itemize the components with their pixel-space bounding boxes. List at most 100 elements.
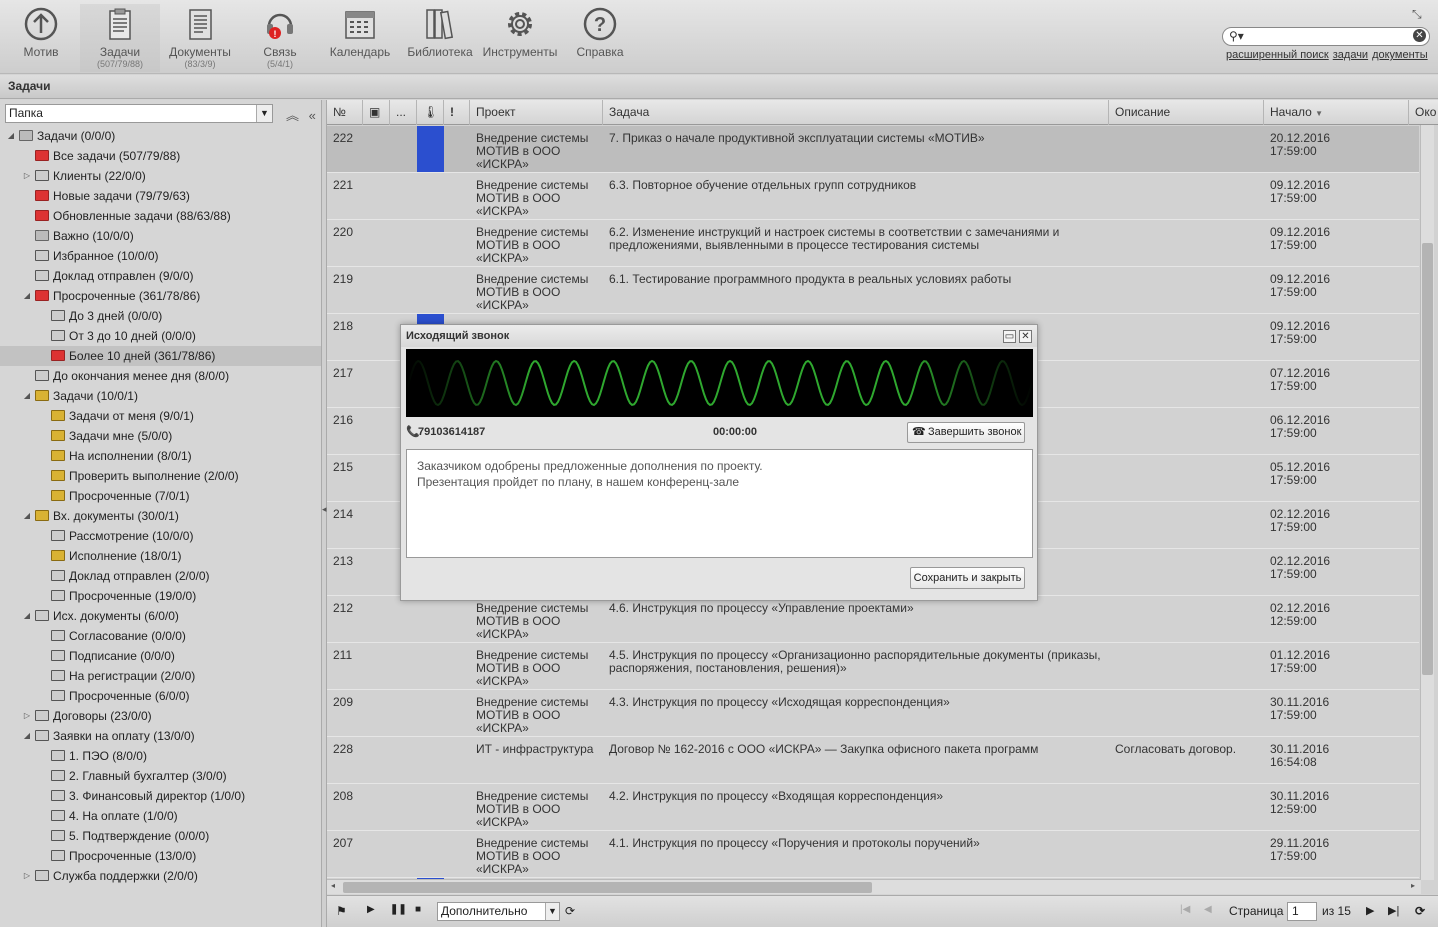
- end-call-button[interactable]: ☎ Завершить звонок: [907, 422, 1025, 443]
- save-and-close-button[interactable]: Сохранить и закрыть: [910, 567, 1025, 589]
- table-row[interactable]: 207 Внедрение системы МОТИВ в ООО «ИСКРА»…: [327, 831, 1419, 878]
- toolbar-motiv-button[interactable]: Мотив: [1, 4, 81, 72]
- tree-node[interactable]: Просроченные (13/0/0): [0, 846, 321, 866]
- tree-node[interactable]: Согласование (0/0/0): [0, 626, 321, 646]
- tree-node[interactable]: Доклад отправлен (9/0/0): [0, 266, 321, 286]
- tree-node[interactable]: Просроченные (7/0/1): [0, 486, 321, 506]
- table-row[interactable]: 211 Внедрение системы МОТИВ в ООО «ИСКРА»…: [327, 643, 1419, 690]
- first-page-icon[interactable]: |◀: [1180, 904, 1190, 915]
- scroll-left-icon[interactable]: ◂: [331, 881, 335, 890]
- chevron-down-icon[interactable]: ▼: [256, 105, 272, 122]
- tree-node[interactable]: Просроченные (19/0/0): [0, 586, 321, 606]
- col-start[interactable]: Начало ▼: [1264, 100, 1409, 125]
- table-row[interactable]: 220 Внедрение системы МОТИВ в ООО «ИСКРА»…: [327, 220, 1419, 267]
- stop-icon[interactable]: ■: [415, 904, 421, 915]
- search-tasks-link[interactable]: задачи: [1333, 49, 1368, 61]
- grid-vertical-scrollbar[interactable]: [1420, 125, 1434, 880]
- tree-collapse-icon[interactable]: ◢: [22, 726, 32, 746]
- collapse-all-icon[interactable]: ︽: [286, 108, 299, 123]
- tree-expand-icon[interactable]: ▷: [22, 166, 32, 186]
- tree-node[interactable]: Рассмотрение (10/0/0): [0, 526, 321, 546]
- tree-node[interactable]: От 3 до 10 дней (0/0/0): [0, 326, 321, 346]
- tree-node[interactable]: ▷ Служба поддержки (2/0/0): [0, 866, 321, 886]
- tree-node[interactable]: ▷ Клиенты (22/0/0): [0, 166, 321, 186]
- tree-node[interactable]: Подписание (0/0/0): [0, 646, 321, 666]
- maximize-icon[interactable]: ▭: [1003, 330, 1016, 343]
- tree-node[interactable]: ◢ Заявки на оплату (13/0/0): [0, 726, 321, 746]
- table-row[interactable]: 222 Внедрение системы МОТИВ в ООО «ИСКРА»…: [327, 126, 1419, 173]
- toolbar-calendar-button[interactable]: Календарь: [320, 4, 400, 72]
- tree-node[interactable]: ◢ Просроченные (361/78/86): [0, 286, 321, 306]
- advanced-search-link[interactable]: расширенный поиск: [1226, 49, 1329, 61]
- table-row[interactable]: 219 Внедрение системы МОТИВ в ООО «ИСКРА»…: [327, 267, 1419, 314]
- scroll-right-icon[interactable]: ▸: [1411, 881, 1415, 890]
- pause-icon[interactable]: ❚❚: [390, 904, 407, 915]
- prev-page-icon[interactable]: ◀: [1204, 904, 1212, 915]
- table-row[interactable]: 212 Внедрение системы МОТИВ в ООО «ИСКРА»…: [327, 596, 1419, 643]
- table-row[interactable]: 208 Внедрение системы МОТИВ в ООО «ИСКРА»…: [327, 784, 1419, 831]
- tree-expand-icon[interactable]: ▷: [22, 706, 32, 726]
- search-input[interactable]: ⚲▾ ✕: [1222, 27, 1430, 46]
- tree-collapse-icon[interactable]: ◢: [6, 126, 16, 146]
- flag-icon[interactable]: ⚑: [336, 904, 347, 918]
- fullscreen-expand-icon[interactable]: ⤡: [1412, 7, 1426, 21]
- col-end[interactable]: Око: [1409, 100, 1438, 125]
- tree-node[interactable]: Доклад отправлен (2/0/0): [0, 566, 321, 586]
- reload-icon[interactable]: ⟳: [1415, 904, 1425, 918]
- scrollbar-thumb[interactable]: [1422, 243, 1433, 675]
- tree-collapse-icon[interactable]: ◢: [22, 506, 32, 526]
- tree-node[interactable]: Задачи мне (5/0/0): [0, 426, 321, 446]
- tree-node[interactable]: 4. На оплате (1/0/0): [0, 806, 321, 826]
- tree-collapse-icon[interactable]: ◢: [22, 286, 32, 306]
- col-project[interactable]: Проект: [470, 100, 603, 125]
- tree-collapse-icon[interactable]: ◢: [22, 606, 32, 626]
- tree-node[interactable]: Проверить выполнение (2/0/0): [0, 466, 321, 486]
- tree-node[interactable]: ◢ Задачи (10/0/1): [0, 386, 321, 406]
- tree-node[interactable]: Избранное (10/0/0): [0, 246, 321, 266]
- search-documents-link[interactable]: документы: [1372, 49, 1428, 61]
- col-dots[interactable]: ...: [390, 100, 417, 125]
- close-icon[interactable]: ✕: [1019, 330, 1032, 343]
- folder-type-select[interactable]: Папка ▼: [5, 104, 273, 123]
- tree-node[interactable]: 2. Главный бухгалтер (3/0/0): [0, 766, 321, 786]
- table-row[interactable]: 209 Внедрение системы МОТИВ в ООО «ИСКРА»…: [327, 690, 1419, 737]
- tree-node[interactable]: Обновленные задачи (88/63/88): [0, 206, 321, 226]
- last-page-icon[interactable]: ▶|: [1388, 904, 1399, 917]
- play-icon[interactable]: ▶: [367, 904, 375, 915]
- tree-node[interactable]: 3. Финансовый директор (1/0/0): [0, 786, 321, 806]
- hide-panel-icon[interactable]: «: [309, 108, 316, 123]
- grid-horizontal-scrollbar[interactable]: ◂ ▸: [327, 879, 1421, 894]
- next-page-icon[interactable]: ▶: [1366, 904, 1374, 917]
- tree-node[interactable]: Исполнение (18/0/1): [0, 546, 321, 566]
- clear-search-icon[interactable]: ✕: [1413, 29, 1426, 42]
- col-num[interactable]: №: [327, 100, 363, 125]
- chevron-down-icon[interactable]: ▼: [545, 903, 559, 920]
- tree-node[interactable]: Важно (10/0/0): [0, 226, 321, 246]
- search-icon[interactable]: ⚲▾: [1229, 29, 1244, 43]
- tree-node[interactable]: 1. ПЭО (8/0/0): [0, 746, 321, 766]
- tree-node[interactable]: ▷ Договоры (23/0/0): [0, 706, 321, 726]
- toolbar-tasks-button[interactable]: Задачи (507/79/88): [80, 4, 160, 72]
- toolbar-help-button[interactable]: ? Справка: [560, 4, 640, 72]
- col-task[interactable]: Задача: [603, 100, 1109, 125]
- table-row[interactable]: 228 ИТ - инфраструктура Договор № 162-2016…: [327, 737, 1419, 784]
- tree-expand-icon[interactable]: ▷: [22, 866, 32, 886]
- toolbar-library-button[interactable]: Библиотека: [400, 4, 480, 72]
- tree-node[interactable]: Просроченные (6/0/0): [0, 686, 321, 706]
- scrollbar-thumb[interactable]: [343, 882, 872, 893]
- page-number-input[interactable]: 1: [1287, 902, 1317, 921]
- table-row[interactable]: 221 Внедрение системы МОТИВ в ООО «ИСКРА»…: [327, 173, 1419, 220]
- tree-node[interactable]: Более 10 дней (361/78/86): [0, 346, 321, 366]
- tree-node[interactable]: Новые задачи (79/79/63): [0, 186, 321, 206]
- toolbar-tools-button[interactable]: Инструменты: [480, 4, 560, 72]
- refresh-settings-icon[interactable]: ⟳: [565, 904, 575, 918]
- tree-collapse-icon[interactable]: ◢: [22, 386, 32, 406]
- splitter-arrow-icon[interactable]: ◂: [322, 504, 327, 515]
- tree-node[interactable]: ◢ Исх. документы (6/0/0): [0, 606, 321, 626]
- tree-node[interactable]: До окончания менее дня (8/0/0): [0, 366, 321, 386]
- call-notes-textarea[interactable]: Заказчиком одобрены предложенные дополне…: [406, 449, 1033, 558]
- col-thermometer[interactable]: 🌡: [417, 100, 444, 125]
- tree-node[interactable]: 5. Подтверждение (0/0/0): [0, 826, 321, 846]
- toolbar-documents-button[interactable]: Документы (83/3/9): [160, 4, 240, 72]
- col-description[interactable]: Описание: [1109, 100, 1264, 125]
